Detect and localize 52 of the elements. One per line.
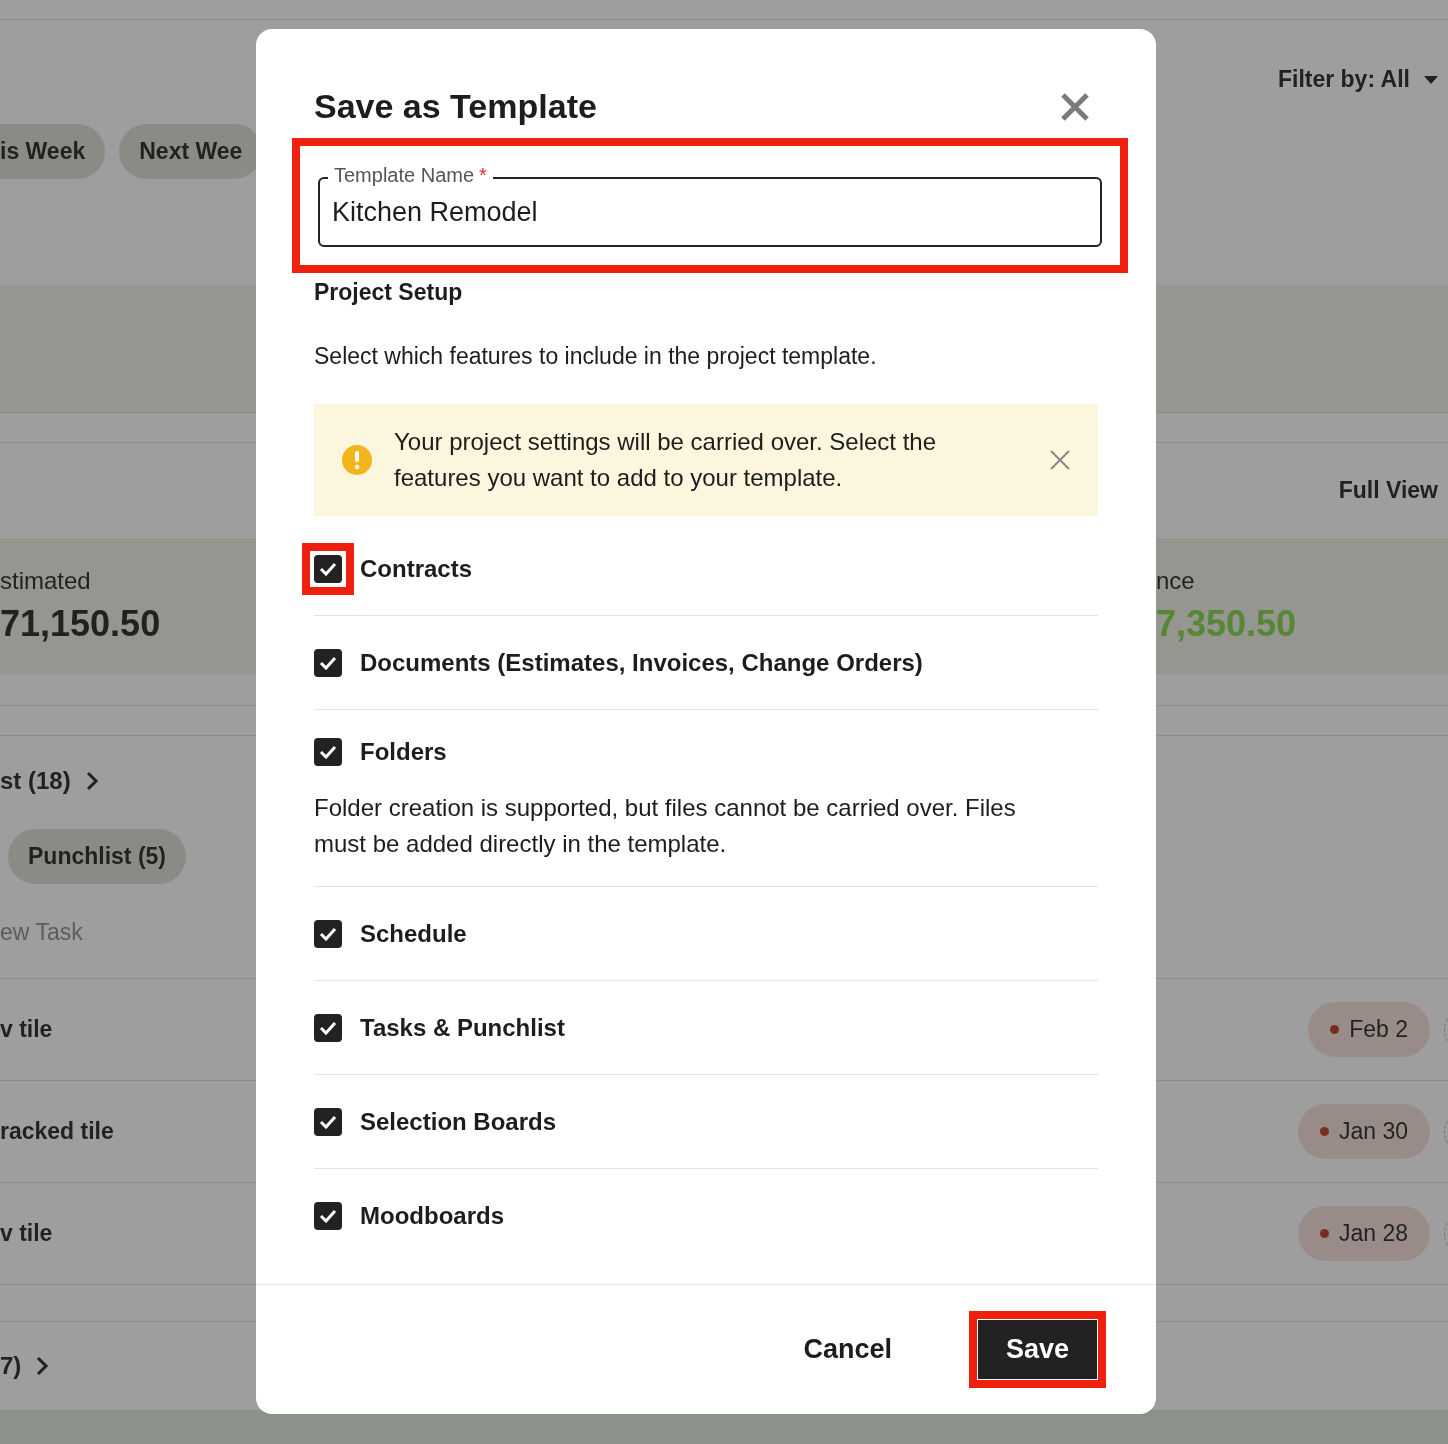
- save-button[interactable]: Save: [977, 1320, 1097, 1379]
- template-name-input[interactable]: Kitchen Remodel: [332, 196, 1088, 228]
- stat-value: 71,150.50: [0, 603, 162, 645]
- checkmark-icon: [319, 1020, 337, 1035]
- chevron-right-icon: [84, 770, 99, 792]
- full-view-link[interactable]: Full View: [1338, 477, 1438, 504]
- feature-label: Documents (Estimates, Invoices, Change Orders): [360, 648, 923, 677]
- checkmark-icon: [319, 926, 337, 941]
- feature-label: Folders: [360, 738, 447, 766]
- stat-label: nce: [1156, 567, 1196, 595]
- dialog-title: Save as Template: [314, 87, 597, 126]
- feature-label: Tasks & Punchlist: [360, 1013, 565, 1042]
- checkmark-icon: [319, 1209, 337, 1223]
- chevron-right-icon: [35, 1355, 50, 1377]
- stat-label: stimated: [0, 567, 92, 595]
- checkbox[interactable]: [314, 738, 342, 766]
- description-text: Select which features to include in the project template.: [314, 342, 878, 371]
- task-title: v tile: [0, 1220, 53, 1247]
- stat-value: 7,350.50: [1156, 603, 1298, 645]
- template-name-field[interactable]: Template Name * Kitchen Remodel: [318, 164, 1102, 247]
- checkbox[interactable]: [314, 1202, 342, 1230]
- due-date-badge: Jan 28: [1297, 1206, 1430, 1261]
- warning-icon: [342, 445, 372, 475]
- due-date-badge: Jan 30: [1297, 1104, 1430, 1159]
- punchlist-tab[interactable]: Punchlist (5): [8, 828, 186, 884]
- checkbox[interactable]: [314, 919, 342, 948]
- feature-label: Schedule: [360, 919, 467, 948]
- feature-label: Selection Boards: [360, 1107, 557, 1136]
- checkmark-icon: [319, 1114, 337, 1129]
- field-label: Template Name *: [328, 164, 493, 187]
- checkmark-icon: [319, 745, 337, 759]
- due-date-badge: Feb 2: [1308, 1002, 1430, 1057]
- checkbox[interactable]: [314, 554, 342, 583]
- caret-down-icon: [1424, 76, 1438, 84]
- checkbox[interactable]: [314, 648, 342, 677]
- section-title[interactable]: 7): [0, 1352, 22, 1380]
- filter-chip[interactable]: is Week: [0, 124, 106, 179]
- feature-label: Contracts: [360, 554, 473, 583]
- feature-label: Moodboards: [360, 1202, 504, 1230]
- section-title[interactable]: st (18): [0, 767, 71, 795]
- filter-dropdown[interactable]: Filter by: All: [1277, 66, 1410, 93]
- close-icon[interactable]: [1050, 450, 1070, 470]
- checkmark-icon: [319, 561, 337, 576]
- checkbox[interactable]: [314, 1107, 342, 1136]
- checkmark-icon: [319, 655, 337, 670]
- cancel-button[interactable]: Cancel: [775, 1320, 920, 1379]
- section-heading: Project Setup: [314, 279, 464, 306]
- task-title: racked tile: [0, 1118, 114, 1145]
- checkbox[interactable]: [314, 1013, 342, 1042]
- task-title: v tile: [0, 1016, 53, 1043]
- notice-text: Your project settings will be carried over. Select the features you want to add to your template.: [394, 427, 938, 493]
- feature-note: Folder creation is supported, but files cannot be carried over. Files must be added directly in the template.: [314, 793, 1017, 859]
